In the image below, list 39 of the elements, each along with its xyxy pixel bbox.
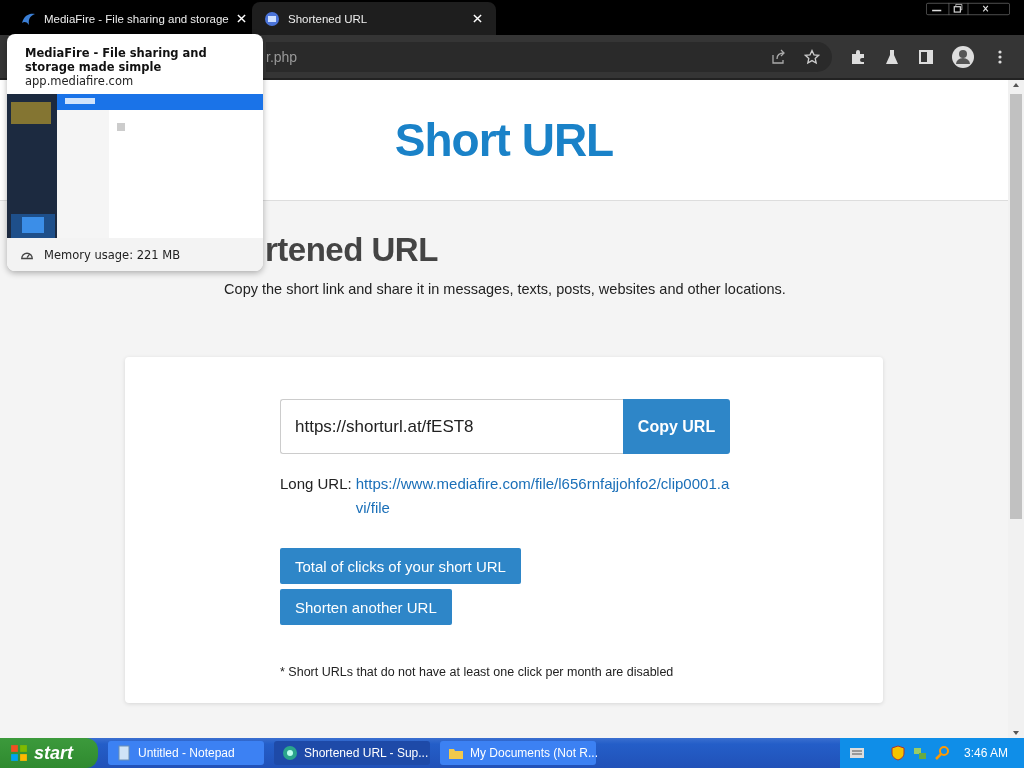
long-url-label: Long URL: [280,474,352,494]
taskbar-button[interactable]: Shortened URL - Sup... [274,741,430,765]
intro-text: Copy the short link and share it in messages, texts, posts, websites and other locations. [223,281,787,297]
taskbar-button[interactable]: My Documents (Not R... [440,741,596,765]
close-icon[interactable] [236,14,246,23]
shield-icon[interactable] [889,745,906,761]
preview-title: MediaFire - File sharing and storage made simple [25,46,208,74]
share-icon[interactable] [770,48,786,65]
short-url-field[interactable]: https://shorturl.at/fEST8 [280,399,623,454]
browser-tab[interactable]: Shortened URL [252,2,496,35]
puzzle-icon[interactable] [850,48,866,65]
start-button[interactable]: start [0,738,98,768]
site-logo[interactable]: Short URL [394,113,614,167]
side-panel-icon[interactable] [918,48,934,65]
notepad-icon [116,745,132,761]
globe-icon [264,10,280,27]
clock: 3:46 AM [963,746,1008,760]
tab-title: MediaFire - File sharing and storage [44,12,229,25]
scrollbar[interactable] [1008,80,1024,738]
globe-icon [282,745,298,761]
action-button[interactable]: Shorten another URL [280,589,452,625]
close-icon[interactable] [473,14,482,23]
memory-usage: Memory usage: 221 MB [44,247,181,262]
profile-icon[interactable] [952,45,974,68]
star-icon[interactable] [804,48,820,65]
tab-title: Shortened URL [288,12,369,25]
flask-icon[interactable] [884,48,900,65]
keyboard-icon[interactable] [849,748,864,758]
taskbar-button[interactable]: Untitled - Notepad [108,741,264,765]
copy-button[interactable]: Copy URL [623,399,730,454]
preview-domain: app.mediafire.com [25,74,135,88]
browser-tab[interactable]: MediaFire - File sharing and storage [8,2,252,35]
windows-logo [10,744,28,762]
footnote: * Short URLs that do not have at least one click per month are disabled [280,665,675,679]
action-button[interactable]: Total of clicks of your short URL [280,548,521,584]
long-url-link[interactable]: https://www.mediafire.com/file/l656rnfajjohfo2/clip0001.avi/file [355,472,730,520]
page-heading: rtened URL [265,231,439,269]
window-controls[interactable] [926,1,1010,17]
address-bar[interactable]: r.php [266,41,832,72]
